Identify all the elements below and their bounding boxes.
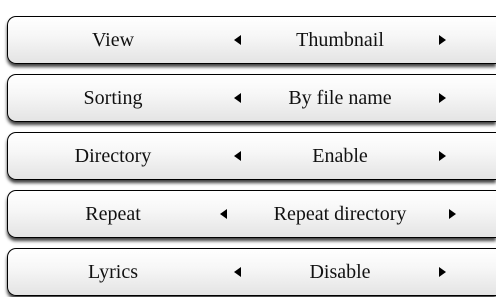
setting-label-lyrics: Lyrics xyxy=(88,260,138,283)
setting-label-sorting: Sorting xyxy=(83,86,143,109)
setting-label-directory: Directory xyxy=(74,144,152,167)
triangle-left-icon[interactable] xyxy=(234,267,241,277)
setting-row-view[interactable]: View Thumbnail xyxy=(7,16,496,64)
setting-value-selector-view[interactable]: Thumbnail xyxy=(222,17,458,63)
settings-panel: View Thumbnail Sorting By file name Dire… xyxy=(0,0,496,297)
setting-value-selector-sorting[interactable]: By file name xyxy=(222,75,458,121)
triangle-left-icon[interactable] xyxy=(234,93,241,103)
setting-row-directory[interactable]: Directory Enable xyxy=(7,132,496,180)
triangle-right-icon[interactable] xyxy=(439,35,446,45)
setting-row-sorting[interactable]: Sorting By file name xyxy=(7,74,496,122)
setting-row-lyrics[interactable]: Lyrics Disable xyxy=(7,248,496,296)
setting-value-repeat: Repeat directory xyxy=(273,202,407,225)
triangle-left-icon[interactable] xyxy=(220,209,227,219)
setting-value-selector-directory[interactable]: Enable xyxy=(222,133,458,179)
triangle-right-icon[interactable] xyxy=(439,267,446,277)
setting-row-repeat[interactable]: Repeat Repeat directory xyxy=(7,190,496,238)
triangle-left-icon[interactable] xyxy=(234,35,241,45)
triangle-right-icon[interactable] xyxy=(439,151,446,161)
setting-value-directory: Enable xyxy=(312,144,368,167)
setting-label-view: View xyxy=(91,28,135,51)
setting-value-view: Thumbnail xyxy=(296,28,384,51)
setting-value-selector-lyrics[interactable]: Disable xyxy=(222,249,458,295)
setting-value-sorting: By file name xyxy=(288,86,392,109)
triangle-right-icon[interactable] xyxy=(449,209,456,219)
setting-value-selector-repeat[interactable]: Repeat directory xyxy=(220,191,458,237)
setting-label-repeat: Repeat xyxy=(85,202,141,225)
setting-value-lyrics: Disable xyxy=(309,260,371,283)
triangle-left-icon[interactable] xyxy=(234,151,241,161)
triangle-right-icon[interactable] xyxy=(439,93,446,103)
